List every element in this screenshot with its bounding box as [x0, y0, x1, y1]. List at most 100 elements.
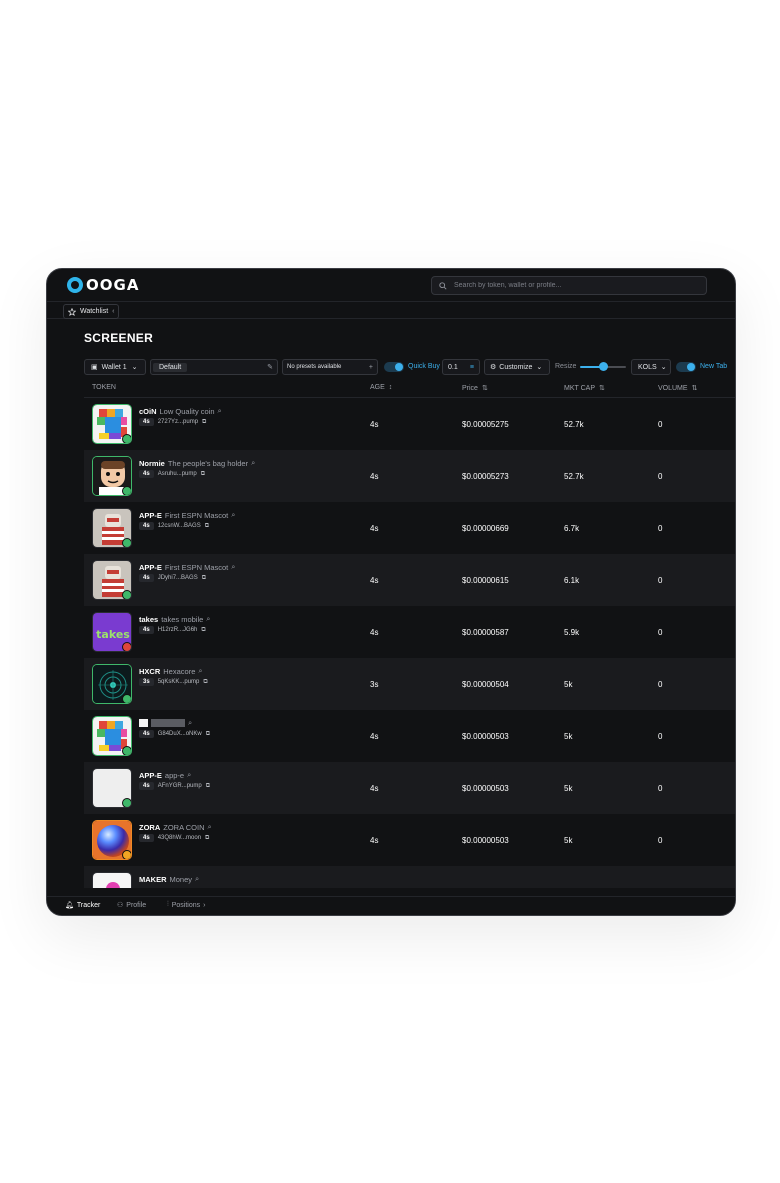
token-title[interactable]: APP-E app-e ⌕	[139, 770, 191, 780]
table-row[interactable]: takes takes takes mobile ⌕ 4s H12rzR...JG6h…	[84, 606, 735, 658]
table-row[interactable]: HXCR Hexacore ⌕ 3s 5qKsKK...pump ⧉ 3s $0.000…	[84, 658, 735, 710]
col-mktcap[interactable]: MKT CAP ⇅	[564, 384, 605, 393]
token-title[interactable]: APP-E First ESPN Mascot ⌕	[139, 562, 235, 572]
edit-icon[interactable]: ✎	[267, 363, 273, 371]
add-preset-icon[interactable]: +	[369, 364, 373, 371]
watchlist-button[interactable]: Watchlist ‹	[63, 304, 120, 319]
token-ticker: cOiN	[139, 406, 157, 416]
token-ticker: Normie	[139, 458, 165, 468]
col-volume[interactable]: VOLUME ⇅	[658, 384, 698, 393]
price-cell: $0.00005273	[462, 472, 509, 481]
search-icon[interactable]: ⌕	[195, 874, 199, 884]
bottom-nav: 🔔︎ Tracker ⚇ Profile ⫶ Positions ›	[47, 896, 735, 915]
copy-icon[interactable]: ⧉	[206, 783, 210, 790]
token-name: Money	[169, 874, 193, 884]
search-icon[interactable]: ⌕	[231, 510, 235, 520]
pump-badge-icon	[122, 746, 131, 755]
table-row[interactable]: APP-E First ESPN Mascot ⌕ 4s JDyhi7...BAGS ⧉…	[84, 554, 735, 606]
table-row[interactable]: Normie The people's bag holder ⌕ 4s Asruhu.…	[84, 450, 735, 502]
table-row[interactable]: MAKER Money ⌕	[84, 866, 735, 888]
search-input[interactable]	[452, 281, 696, 290]
wallet-icon: ▣	[91, 364, 98, 371]
kols-label: KOLS	[638, 363, 657, 371]
age-cell: 4s	[370, 628, 379, 637]
age-chip: 4s	[139, 730, 154, 738]
copy-icon[interactable]: ⧉	[206, 731, 210, 738]
copy-icon[interactable]: ⧉	[203, 679, 207, 686]
chevron-left-icon: ‹	[112, 308, 115, 315]
search-icon[interactable]: ⌕	[218, 406, 222, 416]
resize-slider-knob[interactable]	[599, 362, 608, 371]
table-row[interactable]: APP-E First ESPN Mascot ⌕ 4s 12csnW...BAGS ⧉…	[84, 502, 735, 554]
token-title[interactable]: MAKER Money ⌕	[139, 874, 199, 884]
search-icon[interactable]: ⌕	[198, 666, 202, 676]
token-title[interactable]: ⌕	[139, 718, 192, 728]
wallet-select[interactable]: ▣ Wallet 1 ⌄	[84, 359, 146, 375]
solana-icon: ≡	[469, 363, 474, 371]
volume-cell: 0	[658, 576, 663, 585]
positions-tab[interactable]: ⫶ Positions ›	[167, 901, 206, 909]
token-title[interactable]: APP-E First ESPN Mascot ⌕	[139, 510, 235, 520]
volume-cell: 0	[658, 628, 663, 637]
volume-cell: 0	[658, 784, 663, 793]
search-box[interactable]	[431, 276, 707, 295]
col-token[interactable]: TOKEN	[92, 384, 116, 391]
redacted-name	[151, 719, 185, 727]
sort-icon[interactable]: ⇅	[482, 384, 488, 392]
token-name: Low Quality coin	[159, 406, 215, 416]
table-row[interactable]: ⌕ 4s G84DuX...oNKw ⧉ 4s $0.00000503 5k 0	[84, 710, 735, 762]
age-cell: 4s	[370, 732, 379, 741]
resize-slider[interactable]	[580, 359, 626, 375]
sort-icon[interactable]: ⇅	[599, 384, 605, 392]
resize-label: Resize	[555, 363, 577, 370]
search-icon[interactable]: ⌕	[208, 822, 212, 832]
token-title[interactable]: Normie The people's bag holder ⌕	[139, 458, 255, 468]
tracker-tab[interactable]: 🔔︎ Tracker	[65, 901, 100, 910]
search-icon[interactable]: ⌕	[187, 770, 191, 780]
gear-icon: ⚙	[490, 364, 497, 371]
token-meta: 4s 2727Yz...pump ⧉	[139, 418, 206, 426]
token-ticker: APP-E	[139, 770, 162, 780]
age-cell: 4s	[370, 472, 379, 481]
copy-icon[interactable]: ⧉	[201, 471, 205, 478]
search-icon[interactable]: ⌕	[231, 562, 235, 572]
search-icon[interactable]: ⌕	[206, 614, 210, 624]
customize-button[interactable]: ⚙ Customize ⌄	[484, 359, 550, 375]
preset-name-field[interactable]: Default ✎	[150, 359, 278, 375]
quick-buy-toggle[interactable]	[384, 362, 404, 372]
profile-tab[interactable]: ⚇ Profile	[117, 901, 146, 910]
col-price[interactable]: Price ⇅	[462, 384, 488, 393]
search-icon[interactable]: ⌕	[188, 718, 192, 728]
search-icon[interactable]: ⌕	[251, 458, 255, 468]
quick-buy-amount-field[interactable]: 0.1 ≡	[442, 359, 480, 375]
token-meta: 4s G84DuX...oNKw ⧉	[139, 730, 210, 738]
sort-icon[interactable]: ↕	[389, 384, 393, 391]
kols-select[interactable]: KOLS ⌄	[631, 359, 671, 375]
token-title[interactable]: HXCR Hexacore ⌕	[139, 666, 203, 676]
logo[interactable]: OOGA	[67, 276, 139, 294]
token-title[interactable]: cOiN Low Quality coin ⌕	[139, 406, 222, 416]
token-address: 43Q8hW...moon	[157, 835, 202, 841]
col-age[interactable]: AGE ↕	[370, 384, 392, 391]
top-bar: OOGA	[47, 269, 735, 302]
presets-dropdown[interactable]: No presets available +	[282, 359, 378, 375]
age-chip: 4s	[139, 574, 154, 582]
table-row[interactable]: APP-E app-e ⌕ 4s AFnYGR...pump ⧉ 4s $0.00000…	[84, 762, 735, 814]
copy-icon[interactable]: ⧉	[202, 419, 206, 426]
preset-default-chip[interactable]: Default	[153, 362, 188, 372]
token-title[interactable]: ZORA ZORA COIN ⌕	[139, 822, 212, 832]
search-icon	[439, 281, 447, 290]
sort-icon[interactable]: ⇅	[692, 384, 698, 392]
copy-icon[interactable]: ⧉	[201, 627, 205, 634]
copy-icon[interactable]: ⧉	[205, 835, 209, 842]
new-tab-toggle[interactable]	[676, 362, 696, 372]
token-title[interactable]: takes takes mobile ⌕	[139, 614, 211, 624]
price-cell: $0.00000587	[462, 628, 509, 637]
copy-icon[interactable]: ⧉	[205, 523, 209, 530]
table-row[interactable]: cOiN Low Quality coin ⌕ 4s 2727Yz...pump ⧉ 4…	[84, 398, 735, 450]
mktcap-cell: 5k	[564, 732, 573, 741]
token-ticker: takes	[139, 614, 159, 624]
table-row[interactable]: ZORA ZORA COIN ⌕ 4s 43Q8hW...moon ⧉ 4s $0.00…	[84, 814, 735, 866]
copy-icon[interactable]: ⧉	[202, 575, 206, 582]
age-cell: 4s	[370, 524, 379, 533]
